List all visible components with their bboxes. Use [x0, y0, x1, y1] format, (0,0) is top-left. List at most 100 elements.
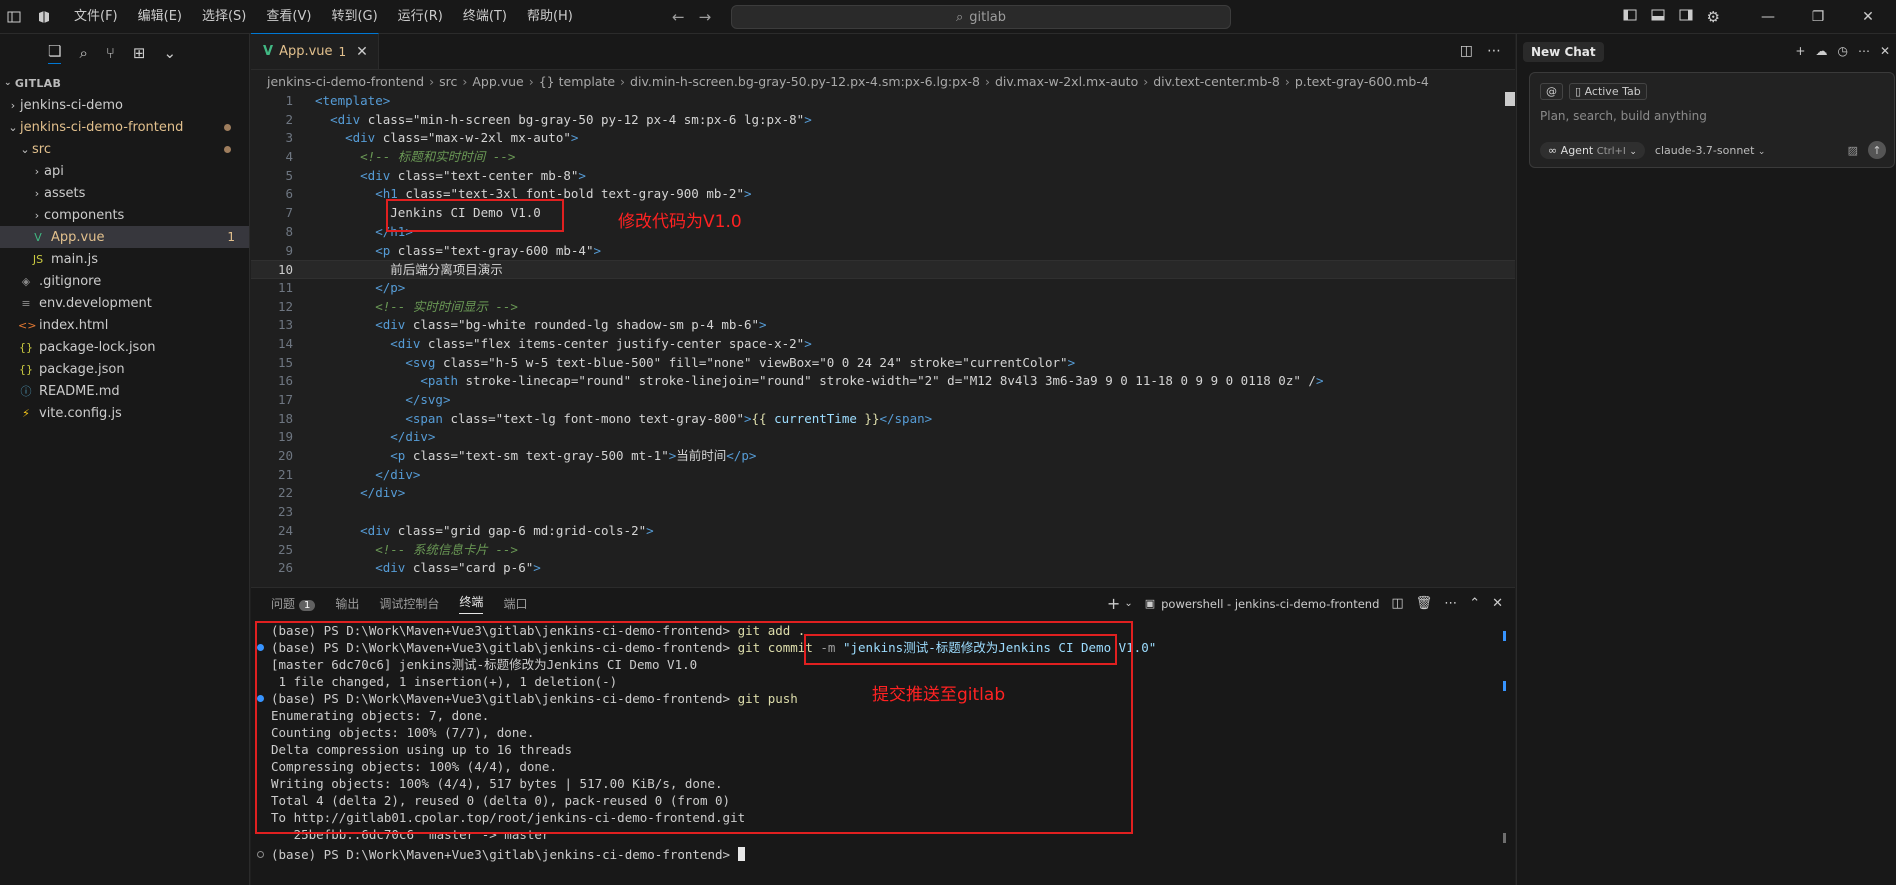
menu-item[interactable]: 帮助(H) — [517, 0, 583, 34]
restore-button[interactable]: ❐ — [1800, 9, 1836, 25]
source-control-icon[interactable]: ⑂ — [106, 44, 115, 62]
sidebar-toggle-icon[interactable] — [6, 9, 22, 25]
code-line[interactable]: 21 </div> — [251, 466, 1515, 485]
code-line[interactable]: 19 </div> — [251, 428, 1515, 447]
code-line[interactable]: 18 <span class="text-lg font-mono text-g… — [251, 410, 1515, 429]
maximize-panel-icon[interactable]: ⌃ — [1469, 596, 1480, 611]
code-line[interactable]: 2 <div class="min-h-screen bg-gray-50 py… — [251, 111, 1515, 130]
chat-tab[interactable]: New Chat — [1523, 42, 1604, 62]
code-line[interactable]: 16 <path stroke-linecap="round" stroke-l… — [251, 372, 1515, 391]
code-line[interactable]: 23 — [251, 503, 1515, 522]
code-line[interactable]: 15 <svg class="h-5 w-5 text-blue-500" fi… — [251, 354, 1515, 373]
breadcrumb-item[interactable]: div.text-center.mb-8 — [1153, 74, 1280, 89]
tree-item[interactable]: ⓘ README.md — [0, 380, 249, 402]
model-selector[interactable]: claude-3.7-sonnet ⌄ — [1655, 144, 1766, 157]
code-line[interactable]: 26 <div class="card p-6"> — [251, 559, 1515, 578]
tree-item[interactable]: V App.vue 1 — [0, 226, 249, 248]
explorer-files-icon[interactable]: ❏ — [48, 42, 62, 64]
menu-item[interactable]: 编辑(E) — [128, 0, 192, 34]
close-window-button[interactable]: ✕ — [1850, 9, 1886, 25]
code-line[interactable]: 12 <!-- 实时时间显示 --> — [251, 298, 1515, 317]
breadcrumb-item[interactable]: jenkins-ci-demo-frontend — [267, 74, 424, 89]
breadcrumb-item[interactable]: div.max-w-2xl.mx-auto — [995, 74, 1138, 89]
code-line[interactable]: 22 </div> — [251, 484, 1515, 503]
tab-app-vue[interactable]: V App.vue 1 ✕ — [251, 33, 379, 69]
close-chat-icon[interactable]: ✕ — [1880, 44, 1890, 58]
command-pending-dot[interactable] — [257, 851, 264, 858]
back-arrow-icon[interactable]: ← — [672, 8, 685, 26]
chat-more-icon[interactable]: ⋯ — [1858, 44, 1870, 58]
breadcrumb-item[interactable]: {} template — [539, 74, 615, 89]
terminal-dropdown-icon[interactable]: ⌄ — [1124, 598, 1132, 609]
menu-item[interactable]: 转到(G) — [321, 0, 387, 34]
tree-item[interactable]: JS main.js — [0, 248, 249, 270]
menu-item[interactable]: 文件(F) — [64, 0, 128, 34]
code-line[interactable]: 25 <!-- 系统信息卡片 --> — [251, 541, 1515, 560]
close-panel-icon[interactable]: ✕ — [1492, 596, 1503, 611]
more-views-chevron-icon[interactable]: ⌄ — [163, 44, 176, 62]
breadcrumb-item[interactable]: src — [439, 74, 457, 89]
forward-arrow-icon[interactable]: → — [699, 8, 712, 26]
tree-item[interactable]: › jenkins-ci-demo — [0, 94, 249, 116]
menu-item[interactable]: 终端(T) — [453, 0, 517, 34]
split-editor-icon[interactable]: ◫ — [1460, 43, 1473, 59]
code-line[interactable]: 1 <template> — [251, 92, 1515, 111]
mention-chip[interactable]: @ — [1540, 83, 1563, 100]
breadcrumb-item[interactable]: App.vue — [472, 74, 523, 89]
search-view-icon[interactable]: ⌕ — [79, 44, 87, 62]
command-center-search[interactable]: ⌕ gitlab — [731, 5, 1231, 29]
minimize-button[interactable]: — — [1750, 9, 1786, 25]
cloud-icon[interactable]: ☁ — [1815, 44, 1827, 58]
tree-item[interactable]: {} package-lock.json — [0, 336, 249, 358]
tree-item[interactable]: › assets — [0, 182, 249, 204]
active-tab-chip[interactable]: ▯ Active Tab — [1569, 83, 1647, 100]
tree-item[interactable]: ⌄ jenkins-ci-demo-frontend — [0, 116, 249, 138]
kill-terminal-icon[interactable]: 🗑 — [1416, 596, 1433, 611]
tree-item[interactable]: {} package.json — [0, 358, 249, 380]
send-button[interactable]: ↑ — [1868, 141, 1886, 159]
extensions-icon[interactable]: ⊞ — [133, 44, 146, 62]
breadcrumb-item[interactable]: div.min-h-screen.bg-gray-50.py-12.px-4.s… — [630, 74, 980, 89]
new-terminal-plus-icon[interactable]: + — [1107, 594, 1120, 613]
tree-item[interactable]: ◈ .gitignore — [0, 270, 249, 292]
panel-tab[interactable]: 终端 — [459, 593, 484, 614]
settings-gear-icon[interactable]: ⚙ — [1707, 8, 1720, 26]
menu-item[interactable]: 选择(S) — [192, 0, 256, 34]
history-clock-icon[interactable]: ◷ — [1837, 44, 1847, 58]
tree-item[interactable]: › components — [0, 204, 249, 226]
toggle-primary-sidebar-icon[interactable] — [1623, 8, 1637, 26]
agent-mode-selector[interactable]: ∞ Agent Ctrl+I ⌄ — [1540, 142, 1645, 159]
breadcrumb-item[interactable]: p.text-gray-600.mb-4 — [1295, 74, 1429, 89]
menu-item[interactable]: 查看(V) — [256, 0, 321, 34]
code-line[interactable]: 5 <div class="text-center mb-8"> — [251, 167, 1515, 186]
code-line[interactable]: 13 <div class="bg-white rounded-lg shado… — [251, 316, 1515, 335]
code-line[interactable]: 9 <p class="text-gray-600 mb-4"> — [251, 242, 1515, 261]
code-line[interactable]: 3 <div class="max-w-2xl mx-auto"> — [251, 129, 1515, 148]
toggle-panel-icon[interactable] — [1651, 8, 1665, 26]
split-terminal-icon[interactable]: ◫ — [1391, 596, 1403, 611]
panel-tab[interactable]: 输出 — [335, 595, 359, 612]
code-line[interactable]: 4 <!-- 标题和实时时间 --> — [251, 148, 1515, 167]
chat-placeholder[interactable]: Plan, search, build anything — [1540, 109, 1707, 123]
tree-item[interactable]: <> index.html — [0, 314, 249, 336]
tree-item[interactable]: ≡ env.development — [0, 292, 249, 314]
panel-tab[interactable]: 问题 1 — [271, 595, 316, 612]
chat-input-box[interactable]: @ ▯ Active Tab Plan, search, build anyth… — [1529, 72, 1895, 168]
panel-tab[interactable]: 端口 — [503, 595, 527, 612]
code-line[interactable]: 11 </p> — [251, 279, 1515, 298]
image-attach-icon[interactable]: ▨ — [1848, 144, 1858, 157]
code-line[interactable]: 14 <div class="flex items-center justify… — [251, 335, 1515, 354]
close-tab-icon[interactable]: ✕ — [356, 44, 368, 60]
code-editor[interactable]: 1 <template> 2 <div class="min-h-screen bg… — [251, 92, 1515, 587]
tree-item[interactable]: › api — [0, 160, 249, 182]
code-line[interactable]: 17 </svg> — [251, 391, 1515, 410]
code-line[interactable]: 24 <div class="grid gap-6 md:grid-cols-2… — [251, 522, 1515, 541]
explorer-section-header[interactable]: ⌄ GITLAB — [0, 72, 249, 94]
menu-item[interactable]: 运行(R) — [388, 0, 453, 34]
toggle-secondary-sidebar-icon[interactable] — [1679, 8, 1693, 26]
tree-item[interactable]: ⚡ vite.config.js — [0, 402, 249, 424]
code-line[interactable]: 20 <p class="text-sm text-gray-500 mt-1"… — [251, 447, 1515, 466]
more-actions-icon[interactable]: ⋯ — [1487, 43, 1501, 59]
new-chat-plus-icon[interactable]: + — [1795, 44, 1805, 58]
terminal-name[interactable]: powershell - jenkins-ci-demo-frontend — [1161, 597, 1379, 611]
